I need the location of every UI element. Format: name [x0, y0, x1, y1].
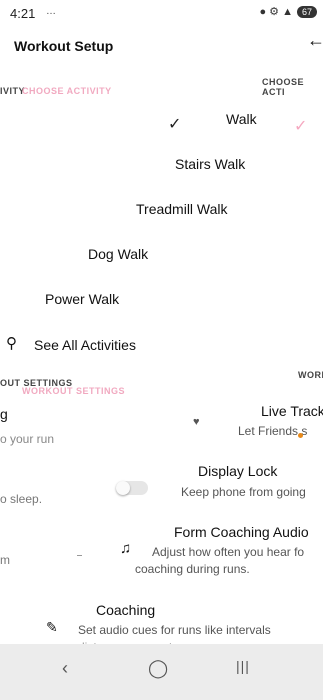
activity-power-walk[interactable]: Power Walk [45, 291, 119, 307]
nav-recents-icon[interactable]: ||| [236, 658, 250, 674]
activity-walk[interactable]: Walk [226, 111, 257, 127]
live-tracking-ghost-subtitle: o your run [0, 432, 55, 446]
system-nav-bar: ‹ ◯ ||| [0, 644, 323, 700]
live-indicator-dot [298, 433, 303, 438]
display-lock-subtitle: Keep phone from going [181, 485, 306, 499]
see-all-activities[interactable]: See All Activities [34, 337, 136, 353]
divider-dash [77, 555, 82, 556]
live-tracking-title[interactable]: Live Track [261, 403, 323, 419]
arrow-left-icon[interactable]: ← [307, 30, 323, 51]
live-tracking-subtitle: Let Friends s [238, 424, 308, 438]
coaching-audio-icon: ♫ [120, 540, 132, 557]
display-lock-ghost-subtitle: o sleep. [0, 492, 43, 506]
nav-home-icon[interactable]: ◯ [148, 658, 168, 679]
form-coaching-title[interactable]: Form Coaching Audio [174, 524, 309, 540]
activity-dog-walk[interactable]: Dog Walk [88, 246, 148, 262]
status-bar: 4:21 … ● ⚙ ▲ 67 [0, 0, 323, 28]
activity-stairs-walk[interactable]: Stairs Walk [175, 156, 245, 172]
battery-icon: 67 [296, 5, 317, 18]
heart-icon: ♥ [193, 416, 200, 428]
section-label-choose-activity: CHOOSE ACTIVITY [22, 86, 112, 96]
nav-back-icon[interactable]: ‹ [62, 658, 68, 679]
activity-treadmill-walk[interactable]: Treadmill Walk [136, 201, 228, 217]
form-coaching-subtitle-2: coaching during runs. [135, 562, 250, 576]
section-label-workout-settings: WORKOUT SETTINGS [22, 386, 125, 396]
system-icons: ● ⚙ ▲ 67 [259, 5, 317, 18]
display-lock-toggle[interactable] [116, 481, 148, 495]
signal-wifi-icons: ● ⚙ ▲ [259, 6, 293, 18]
live-tracking-ghost-title: g [0, 406, 8, 422]
toggle-knob [116, 481, 130, 495]
search-icon: ⚲ [6, 335, 17, 352]
form-coaching-subtitle-1: Adjust how often you hear fo [152, 545, 305, 559]
section-label-settings-right: WORK [298, 370, 323, 380]
page-title: Workout Setup [14, 38, 114, 54]
notification-icons: … [46, 6, 56, 17]
checkmark-pink-icon: ✓ [294, 118, 308, 135]
checkmark-icon: ✓ [168, 116, 182, 133]
status-time: 4:21 [10, 6, 36, 21]
coaching-subtitle-1: Set audio cues for runs like intervals [78, 623, 271, 637]
section-label-choose-activity-right: CHOOSE ACTI [262, 77, 305, 97]
coaching-title[interactable]: Coaching [96, 602, 155, 618]
coaching-pencil-icon: ✎ [46, 619, 58, 635]
display-lock-title[interactable]: Display Lock [198, 463, 277, 479]
form-coaching-ghost: m [0, 553, 10, 567]
